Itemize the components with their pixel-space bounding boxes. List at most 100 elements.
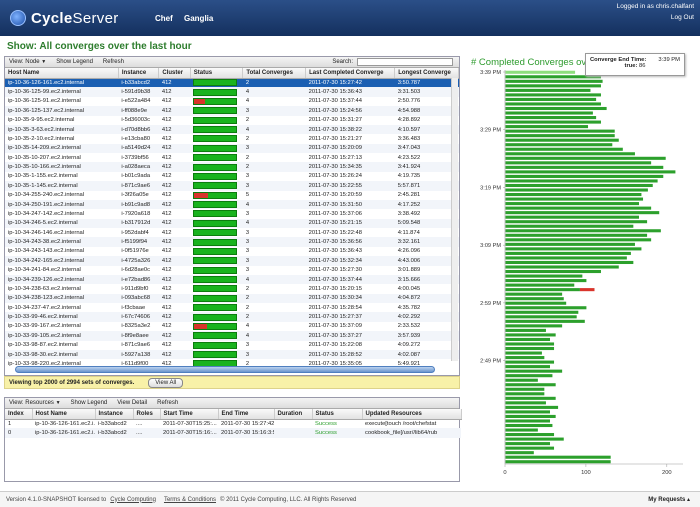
bar-true[interactable] bbox=[505, 401, 546, 405]
column-header[interactable]: Status bbox=[190, 68, 244, 79]
table-row[interactable]: ip-10-34-237-47.ec2.internal i-f3cbaae 412… bbox=[5, 303, 459, 312]
bar-true[interactable] bbox=[505, 256, 627, 260]
bar-true[interactable] bbox=[505, 125, 589, 129]
bar-true[interactable] bbox=[505, 383, 556, 387]
bar-true[interactable] bbox=[505, 451, 534, 455]
bar-true[interactable] bbox=[505, 79, 603, 83]
table-row[interactable]: ip-10-33-98-30.ec2.internal i-5927a138 412… bbox=[5, 349, 459, 360]
bar-true[interactable] bbox=[505, 129, 615, 133]
table-row[interactable]: ip-10-35-14-209.ec2.internal i-a5149d24 41… bbox=[5, 143, 459, 153]
bar-true[interactable] bbox=[505, 283, 575, 287]
bar-true[interactable] bbox=[505, 356, 545, 360]
bar-true[interactable] bbox=[505, 202, 640, 206]
table-row[interactable]: ip-10-36-126-161.ec2.internal i-b33abcd2 4… bbox=[5, 78, 459, 88]
bar-true[interactable] bbox=[505, 179, 658, 183]
view-node-dropdown[interactable]: View: Node ▼ bbox=[9, 59, 46, 65]
horizontal-scrollbar[interactable] bbox=[15, 366, 435, 373]
bar-true[interactable] bbox=[505, 206, 652, 210]
bar-true[interactable] bbox=[505, 251, 631, 255]
table-row[interactable]: ip-10-35-1-145.ec2.internal i-871c9ae6 412… bbox=[5, 181, 459, 191]
bar-true[interactable] bbox=[505, 84, 601, 88]
bar-true[interactable] bbox=[505, 188, 648, 192]
bar-true[interactable] bbox=[505, 174, 664, 178]
table-row[interactable]: ip-10-34-247-142.ec2.internal i-7920a618 4… bbox=[5, 209, 459, 218]
column-header[interactable]: Roles bbox=[133, 409, 161, 420]
column-header[interactable]: Duration bbox=[274, 409, 313, 420]
table-row[interactable]: 1 ip-10-36-126-161.ec2.i... i-b33abcd2....… bbox=[5, 419, 461, 428]
table-row[interactable]: ip-10-35-2-10.ec2.internal i-e13cba80 412 2… bbox=[5, 134, 459, 143]
column-header[interactable]: Last Completed Converge bbox=[305, 68, 396, 79]
bar-true[interactable] bbox=[505, 428, 538, 432]
bar-true[interactable] bbox=[505, 333, 556, 337]
logo[interactable]: CycleServer bbox=[10, 9, 119, 27]
bar-true[interactable] bbox=[505, 197, 644, 201]
bar-true[interactable] bbox=[505, 419, 551, 423]
table-row[interactable]: ip-10-33-99-105.ec2.internal i-8f9e8aee 41… bbox=[5, 331, 459, 341]
bar-true[interactable] bbox=[505, 292, 563, 296]
bar-true[interactable] bbox=[505, 346, 555, 351]
bar-false[interactable] bbox=[579, 288, 595, 292]
view-all-button[interactable]: View All bbox=[148, 377, 184, 388]
bar-true[interactable] bbox=[505, 247, 642, 251]
nav-chef[interactable]: Chef bbox=[155, 14, 173, 23]
bar-true[interactable] bbox=[505, 423, 553, 428]
bar-true[interactable] bbox=[505, 337, 551, 341]
bar-true[interactable] bbox=[505, 360, 555, 364]
column-header[interactable]: Total Converges bbox=[242, 68, 307, 79]
table-row[interactable]: ip-10-35-9-95.ec2.internal i-5d36003c 412 2… bbox=[5, 116, 459, 125]
column-header[interactable]: Host Name bbox=[32, 409, 96, 420]
bar-true[interactable] bbox=[505, 120, 601, 124]
bar-true[interactable] bbox=[505, 410, 551, 414]
bar-true[interactable] bbox=[505, 93, 601, 97]
bar-true[interactable] bbox=[505, 442, 551, 446]
table-row[interactable]: ip-10-35-10-166.ec2.internal i-a028aeca 41… bbox=[5, 162, 459, 172]
show-legend-button[interactable]: Show Legend bbox=[56, 59, 93, 65]
bar-true[interactable] bbox=[505, 274, 583, 278]
bar-true[interactable] bbox=[505, 156, 666, 160]
table-row[interactable]: ip-10-33-98-87.ec2.internal i-871c9ae6 412… bbox=[5, 341, 459, 350]
table-row[interactable]: ip-10-34-238-123.ec2.internal i-093abc68 4… bbox=[5, 293, 459, 303]
bar-true[interactable] bbox=[505, 265, 619, 269]
column-header[interactable]: End Time bbox=[218, 409, 275, 420]
bar-true[interactable] bbox=[505, 319, 585, 323]
view-detail-button[interactable]: View Detail bbox=[117, 400, 147, 406]
table-row[interactable]: ip-10-34-239-126.ec2.internal i-e72bad86 4… bbox=[5, 274, 459, 285]
bar-true[interactable] bbox=[505, 152, 635, 156]
bar-true[interactable] bbox=[505, 288, 580, 292]
show-legend-button-2[interactable]: Show Legend bbox=[71, 400, 108, 406]
bar-true[interactable] bbox=[505, 342, 555, 346]
bar-true[interactable] bbox=[505, 378, 538, 382]
bar-true[interactable] bbox=[505, 351, 542, 355]
bar-true[interactable] bbox=[505, 433, 555, 437]
bar-true[interactable] bbox=[505, 183, 653, 188]
bar-true[interactable] bbox=[505, 392, 545, 396]
table-row[interactable]: ip-10-34-238-63.ec2.internal i-911d9bf0 41… bbox=[5, 284, 459, 293]
bar-true[interactable] bbox=[505, 211, 660, 215]
bar-true[interactable] bbox=[505, 147, 623, 151]
column-header[interactable]: Index bbox=[5, 409, 33, 420]
bar-true[interactable] bbox=[505, 161, 652, 165]
vertical-scrollbar[interactable] bbox=[451, 78, 458, 361]
bar-true[interactable] bbox=[505, 224, 634, 228]
bar-true[interactable] bbox=[505, 324, 563, 328]
bar-true[interactable] bbox=[505, 455, 611, 459]
bar-true[interactable] bbox=[505, 301, 567, 305]
bar-true[interactable] bbox=[505, 328, 546, 332]
bar-true[interactable] bbox=[505, 193, 642, 197]
search-input[interactable] bbox=[357, 58, 453, 66]
bar-true[interactable] bbox=[505, 460, 611, 464]
bar-true[interactable] bbox=[505, 279, 587, 283]
bar-true[interactable] bbox=[505, 88, 591, 92]
bar-true[interactable] bbox=[505, 269, 601, 274]
table-row[interactable]: ip-10-36-125-137.ec2.internal i-ff088e9e 4… bbox=[5, 106, 459, 116]
terms-link[interactable]: Terms & Conditions bbox=[164, 497, 216, 503]
bar-true[interactable] bbox=[505, 165, 664, 169]
table-row[interactable]: ip-10-35-1-155.ec2.internal i-b01c9ada 412… bbox=[5, 172, 459, 181]
column-header[interactable]: Instance bbox=[118, 68, 160, 79]
nav-ganglia[interactable]: Ganglia bbox=[184, 14, 213, 23]
bar-true[interactable] bbox=[505, 437, 564, 441]
table-row[interactable]: ip-10-34-255-240.ec2.internal i-3f26a05e 4… bbox=[5, 191, 459, 200]
bar-true[interactable] bbox=[505, 365, 551, 369]
table-row[interactable]: ip-10-34-246-5.ec2.internal i-b317912d 412… bbox=[5, 218, 459, 228]
bar-true[interactable] bbox=[505, 116, 597, 120]
